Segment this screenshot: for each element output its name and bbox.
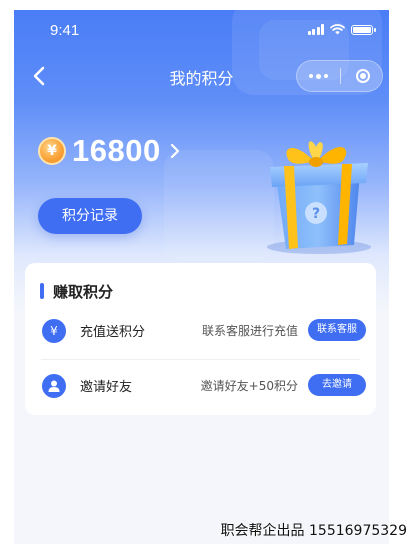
section-accent-bar — [40, 283, 44, 299]
gift-box-illustration: ? — [267, 141, 371, 254]
item-label: 邀请好友 — [80, 380, 133, 395]
battery-icon — [351, 24, 376, 35]
status-icons — [307, 24, 376, 35]
signal-icon — [307, 24, 324, 35]
list-item-invite: 邀请好友 邀请好友+50积分 去邀请 — [25, 360, 376, 412]
close-circle-icon — [355, 69, 370, 83]
earn-points-card: 赚取积分 ¥ 充值送积分 联系客服进行充值 联系客服 邀请好友 邀请好友+50积… — [25, 263, 376, 415]
item-description: 联系客服进行充值 — [201, 324, 298, 338]
footer-note: 职会帮企出品 15516975329 — [220, 523, 407, 539]
list-item-recharge: ¥ 充值送积分 联系客服进行充值 联系客服 — [25, 305, 376, 357]
wifi-icon — [330, 24, 345, 35]
item-label: 充值送积分 — [80, 325, 146, 340]
section-title: 赚取积分 — [53, 283, 114, 301]
chevron-right-icon — [170, 143, 179, 159]
invite-button[interactable]: 去邀请 — [308, 374, 366, 396]
mini-program-capsule — [296, 60, 383, 92]
points-value: 16800 — [72, 133, 161, 168]
item-description: 邀请好友+50积分 — [200, 379, 298, 393]
svg-text:?: ? — [312, 206, 320, 222]
close-mini-program-button[interactable] — [341, 61, 384, 91]
points-record-button[interactable]: 积分记录 — [38, 198, 142, 234]
more-button[interactable] — [297, 61, 340, 91]
phone-screen: 9:41 我的积分 ¥ 16800 积分记录 ? 赚取积分 ¥ 充值送积分 联系… — [14, 10, 389, 544]
status-bar: 9:41 — [14, 10, 389, 54]
contact-service-button[interactable]: 联系客服 — [308, 319, 366, 341]
status-time: 9:41 — [50, 22, 80, 39]
yen-icon: ¥ — [42, 319, 66, 343]
points-balance[interactable]: ¥ 16800 — [38, 131, 181, 171]
user-icon — [42, 374, 66, 398]
nav-bar: 我的积分 — [14, 54, 389, 98]
coin-icon: ¥ — [38, 137, 66, 165]
